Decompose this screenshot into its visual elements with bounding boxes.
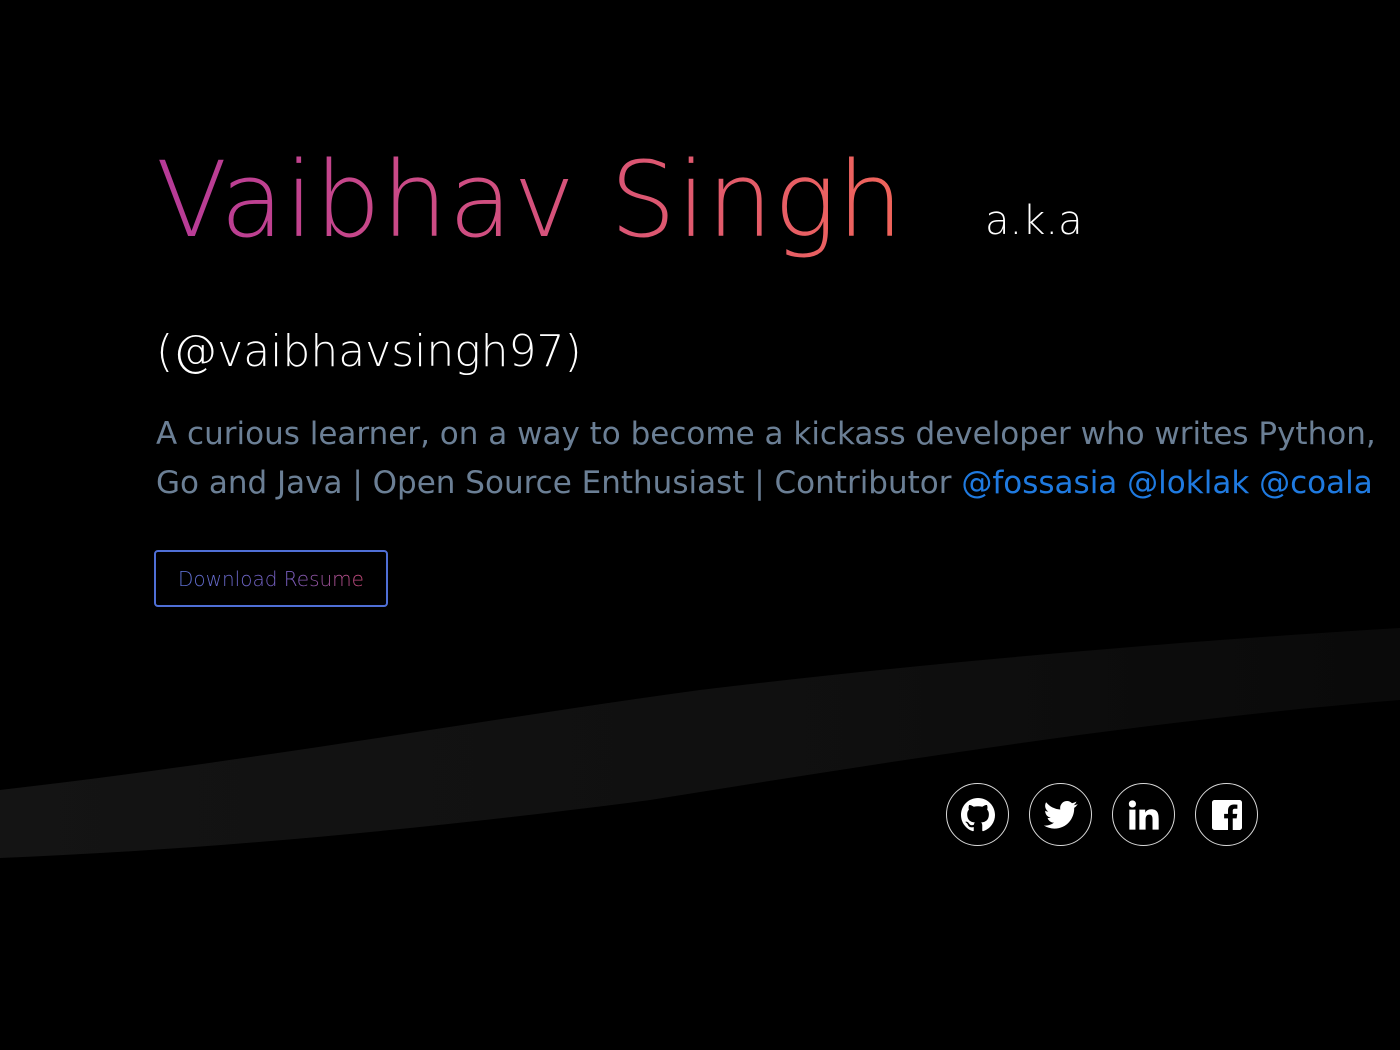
facebook-link[interactable] — [1195, 783, 1258, 846]
user-handle: (@vaibhavsingh97) — [156, 326, 582, 377]
download-resume-button[interactable]: Download Resume — [154, 550, 388, 607]
github-link[interactable] — [946, 783, 1009, 846]
facebook-icon — [1211, 799, 1242, 830]
link-fossasia[interactable]: @fossasia — [961, 465, 1117, 501]
name-heading-row: Vaibhav Singh — [156, 140, 904, 270]
linkedin-link[interactable] — [1112, 783, 1175, 846]
twitter-icon — [1043, 800, 1078, 830]
download-resume-label: Download Resume — [178, 566, 364, 591]
bio-paragraph: A curious learner, on a way to become a … — [156, 410, 1376, 508]
full-name: Vaibhav Singh — [156, 139, 905, 261]
link-loklak[interactable]: @loklak — [1127, 465, 1249, 501]
social-links — [946, 783, 1258, 846]
aka-label: a.k.a — [985, 198, 1083, 244]
link-coala[interactable]: @coala — [1259, 465, 1373, 501]
github-icon — [960, 797, 995, 832]
twitter-link[interactable] — [1029, 783, 1092, 846]
landing-page: Vaibhav Singh a.k.a (@vaibhavsingh97) A … — [0, 0, 1400, 1050]
linkedin-icon — [1128, 799, 1160, 831]
